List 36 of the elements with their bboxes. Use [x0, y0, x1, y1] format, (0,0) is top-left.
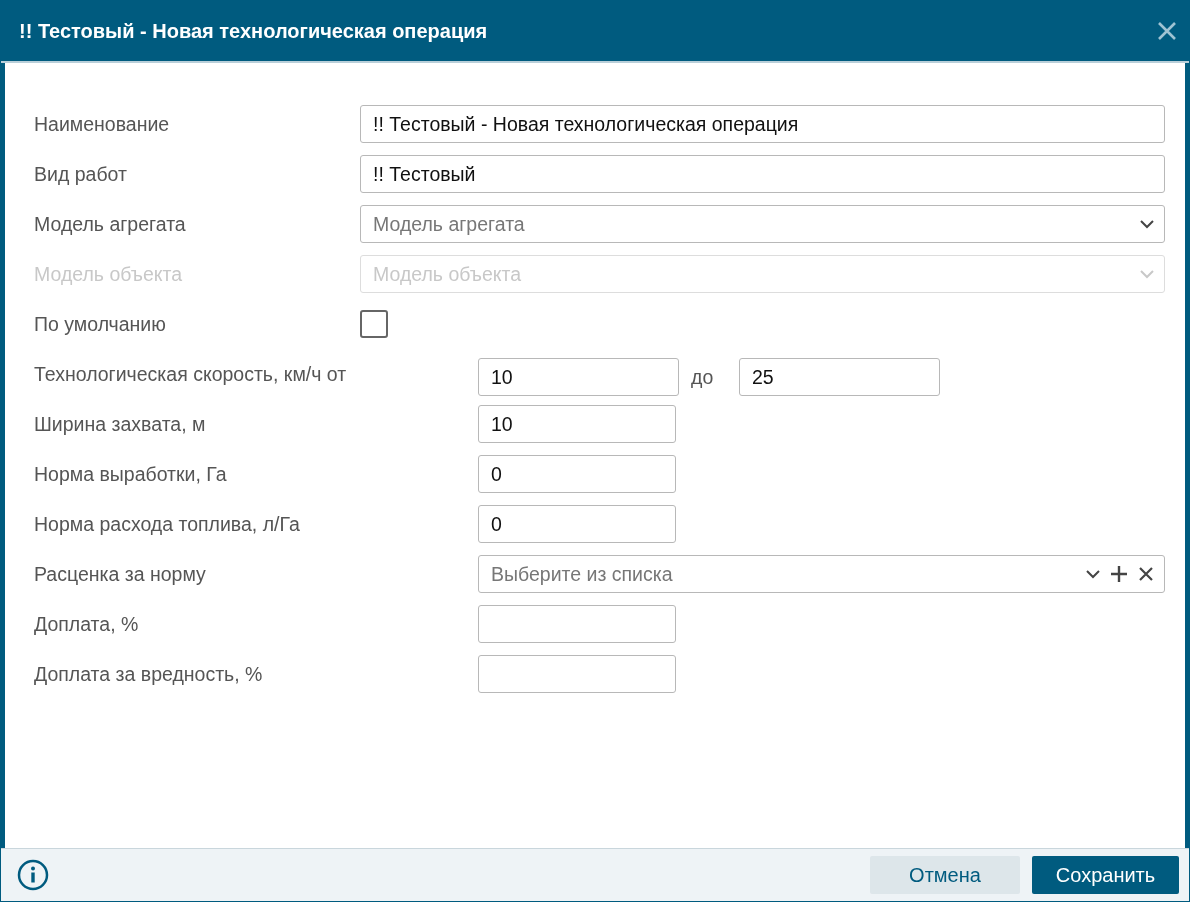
dropdown-field[interactable]: Выберите из списка: [478, 555, 1165, 593]
field-label: По умолчанию: [34, 312, 167, 336]
info-icon[interactable]: [17, 859, 49, 891]
input-field[interactable]: !! Тестовый - Новая технологическая операция: [360, 105, 1165, 143]
input-field[interactable]: 0: [478, 455, 676, 493]
field-label: Доплата за вредность, %: [34, 662, 264, 686]
dropdown-field[interactable]: Модель агрегата: [360, 205, 1165, 243]
input-field[interactable]: 25: [739, 358, 940, 396]
field-label: Вид работ: [34, 162, 128, 186]
input-field[interactable]: 0: [478, 505, 676, 543]
range-separator: до: [690, 365, 715, 389]
input-field[interactable]: [478, 655, 676, 693]
field-label: Модель агрегата: [34, 212, 187, 236]
field-label: Норма расхода топлива, л/Га: [34, 512, 301, 536]
dropdown-placeholder: Модель агрегата: [373, 212, 526, 236]
chevron-down-icon: [1140, 269, 1154, 279]
chevron-down-icon: [1140, 219, 1154, 229]
save-button[interactable]: Сохранить: [1032, 856, 1179, 894]
field-label: Расценка за норму: [34, 562, 207, 586]
field-label: Доплата, %: [34, 612, 140, 636]
input-field[interactable]: !! Тестовый: [360, 155, 1165, 193]
field-label: Ширина захвата, м: [34, 412, 207, 436]
cancel-button[interactable]: Отмена: [870, 856, 1020, 894]
field-label: Наименование: [34, 112, 171, 136]
close-icon[interactable]: [1157, 21, 1177, 41]
input-field[interactable]: 10: [478, 405, 676, 443]
close-icon[interactable]: [1138, 566, 1154, 582]
plus-icon[interactable]: [1110, 565, 1128, 583]
dropdown-placeholder: Выберите из списка: [491, 562, 674, 586]
input-field[interactable]: 10: [478, 358, 679, 396]
window-title: !! Тестовый - Новая технологическая операция: [19, 19, 488, 43]
input-field[interactable]: [478, 605, 676, 643]
checkbox[interactable]: [360, 310, 388, 338]
chevron-down-icon[interactable]: [1086, 569, 1100, 579]
field-label: Норма выработки, Га: [34, 462, 228, 486]
field-label: Технологическая скорость, км/ч от: [34, 362, 348, 386]
